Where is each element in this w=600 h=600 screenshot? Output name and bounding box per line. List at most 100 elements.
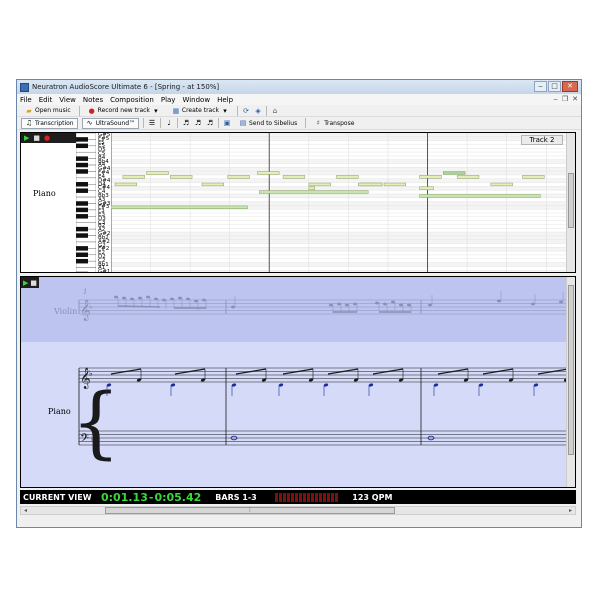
- piano-keyboard[interactable]: [75, 133, 97, 273]
- roll-note[interactable]: [170, 175, 193, 179]
- black-key[interactable]: [76, 207, 88, 213]
- roll-note[interactable]: [419, 194, 541, 198]
- black-key[interactable]: [76, 252, 88, 258]
- piano-roll-pane[interactable]: ▶ ■ ● Piano G#5 F#5 F5 E5 D5 C5 B4 Bb4 A4 G#4 F#4 E…: [20, 132, 576, 273]
- staff-icon[interactable]: ☰: [148, 119, 156, 127]
- record-icon[interactable]: ●: [44, 134, 50, 142]
- scroll-left-arrow-icon[interactable]: ◂: [21, 507, 30, 514]
- violin-note-head[interactable]: [337, 302, 341, 306]
- dropdown-arrow-icon[interactable]: ▾: [152, 107, 160, 115]
- document-restore-button[interactable]: ❐: [562, 95, 568, 103]
- violin-note-head[interactable]: [391, 300, 395, 304]
- roll-note[interactable]: [282, 175, 306, 179]
- send-to-sibelius-button[interactable]: ▤ Send to Sibelius: [235, 118, 301, 129]
- black-key[interactable]: [76, 162, 88, 168]
- score-notation[interactable]: 𝄞♭{𝄞♭𝄢 ♭: [21, 277, 566, 488]
- maximize-button[interactable]: □: [548, 81, 561, 92]
- dropdown-arrow-icon[interactable]: ▾: [221, 107, 229, 115]
- roll-note[interactable]: [259, 190, 369, 194]
- roll-note[interactable]: [383, 182, 407, 187]
- violin-note-head[interactable]: [194, 299, 198, 303]
- menu-view[interactable]: View: [59, 96, 76, 104]
- roll-grid-svg[interactable]: [110, 133, 566, 273]
- stop-icon[interactable]: ■: [33, 134, 40, 142]
- roll-note[interactable]: [490, 182, 513, 187]
- violin-note-head[interactable]: [186, 297, 190, 301]
- scroll-right-arrow-icon[interactable]: ▸: [566, 507, 575, 514]
- play-icon[interactable]: ▶: [23, 279, 28, 287]
- roll-note[interactable]: [110, 205, 248, 209]
- black-key[interactable]: [76, 226, 88, 232]
- roll-note[interactable]: [122, 175, 145, 179]
- black-key[interactable]: [76, 246, 88, 251]
- minimize-button[interactable]: ‒: [534, 81, 547, 92]
- roll-note[interactable]: [114, 182, 137, 187]
- keyboard-keys[interactable]: [75, 133, 97, 273]
- roll-note[interactable]: [308, 186, 316, 190]
- roll-note[interactable]: [443, 171, 466, 175]
- violin-note-head[interactable]: [497, 299, 501, 303]
- violin-note-head[interactable]: [170, 297, 174, 301]
- violin-note-head[interactable]: [154, 297, 158, 301]
- roll-note[interactable]: [336, 175, 359, 179]
- menu-window[interactable]: Window: [182, 96, 210, 104]
- record-new-track-button[interactable]: ● Record new track ▾: [84, 105, 164, 116]
- score-scroll-thumb[interactable]: [568, 285, 574, 455]
- score-pane[interactable]: 𝄞 ♭{𝄞 ♭ 𝄢 ♭ ▶ ■ 1 Violin Piano: [20, 276, 576, 488]
- close-button[interactable]: ✕: [562, 81, 578, 92]
- roll-note[interactable]: [522, 175, 545, 179]
- track-label[interactable]: Track 2: [521, 135, 563, 145]
- menu-composition[interactable]: Composition: [110, 96, 154, 104]
- create-track-button[interactable]: ▦ Create track ▾: [168, 105, 233, 116]
- violin-note-head[interactable]: [162, 298, 166, 302]
- play-icon[interactable]: ▶: [24, 134, 29, 142]
- tag-icon[interactable]: ◈: [254, 107, 262, 115]
- note-beam-icon[interactable]: ♬: [182, 119, 190, 127]
- open-music-button[interactable]: ▰ Open music: [21, 105, 75, 116]
- single-note-icon[interactable]: ♩: [165, 119, 173, 127]
- violin-note-head[interactable]: [375, 301, 379, 305]
- violin-note-head[interactable]: [559, 300, 563, 304]
- violin-note-head[interactable]: [399, 303, 403, 307]
- stop-icon[interactable]: ■: [30, 279, 37, 287]
- violin-note-head[interactable]: [138, 296, 142, 300]
- note-beam-icon[interactable]: ♬: [206, 119, 214, 127]
- violin-note-head[interactable]: [122, 296, 126, 300]
- violin-note-head[interactable]: [345, 303, 349, 307]
- violin-note-head[interactable]: [407, 303, 411, 307]
- menu-file[interactable]: File: [20, 96, 32, 104]
- violin-note-head[interactable]: [231, 305, 235, 309]
- violin-note-head[interactable]: [114, 295, 118, 299]
- black-key[interactable]: [76, 143, 88, 149]
- transcription-button[interactable]: ♫ Transcription: [21, 117, 78, 129]
- roll-note[interactable]: [201, 182, 225, 187]
- violin-note-head[interactable]: [329, 303, 333, 307]
- note-beam-icon[interactable]: ♬: [194, 119, 202, 127]
- black-key[interactable]: [76, 233, 88, 238]
- roll-note[interactable]: [146, 171, 169, 175]
- roll-vertical-scrollbar[interactable]: [566, 133, 575, 272]
- violin-note-head[interactable]: [178, 296, 182, 300]
- horizontal-scroll-thumb[interactable]: ⋮: [105, 507, 395, 514]
- document-close-button[interactable]: ✕: [572, 95, 578, 103]
- roll-note[interactable]: [419, 186, 434, 190]
- roll-scroll-thumb[interactable]: [568, 173, 574, 228]
- black-key[interactable]: [76, 271, 88, 273]
- document-minimize-button[interactable]: ‒: [553, 95, 557, 103]
- violin-note-head[interactable]: [353, 302, 357, 306]
- menu-notes[interactable]: Notes: [83, 96, 103, 104]
- menu-play[interactable]: Play: [161, 96, 176, 104]
- violin-note-head[interactable]: [531, 302, 535, 306]
- violin-note-head[interactable]: [428, 303, 432, 307]
- save-icon[interactable]: ▣: [223, 119, 231, 127]
- white-key[interactable]: [75, 267, 97, 273]
- transpose-button[interactable]: ♯ Transpose: [310, 118, 358, 129]
- roll-note[interactable]: [456, 175, 480, 179]
- menu-help[interactable]: Help: [217, 96, 233, 104]
- black-key[interactable]: [76, 156, 88, 161]
- refresh-icon[interactable]: ⟳: [242, 107, 250, 115]
- roll-note[interactable]: [358, 182, 383, 187]
- black-key[interactable]: [76, 182, 88, 187]
- black-key[interactable]: [76, 201, 88, 206]
- home-icon[interactable]: ⌂: [271, 107, 279, 115]
